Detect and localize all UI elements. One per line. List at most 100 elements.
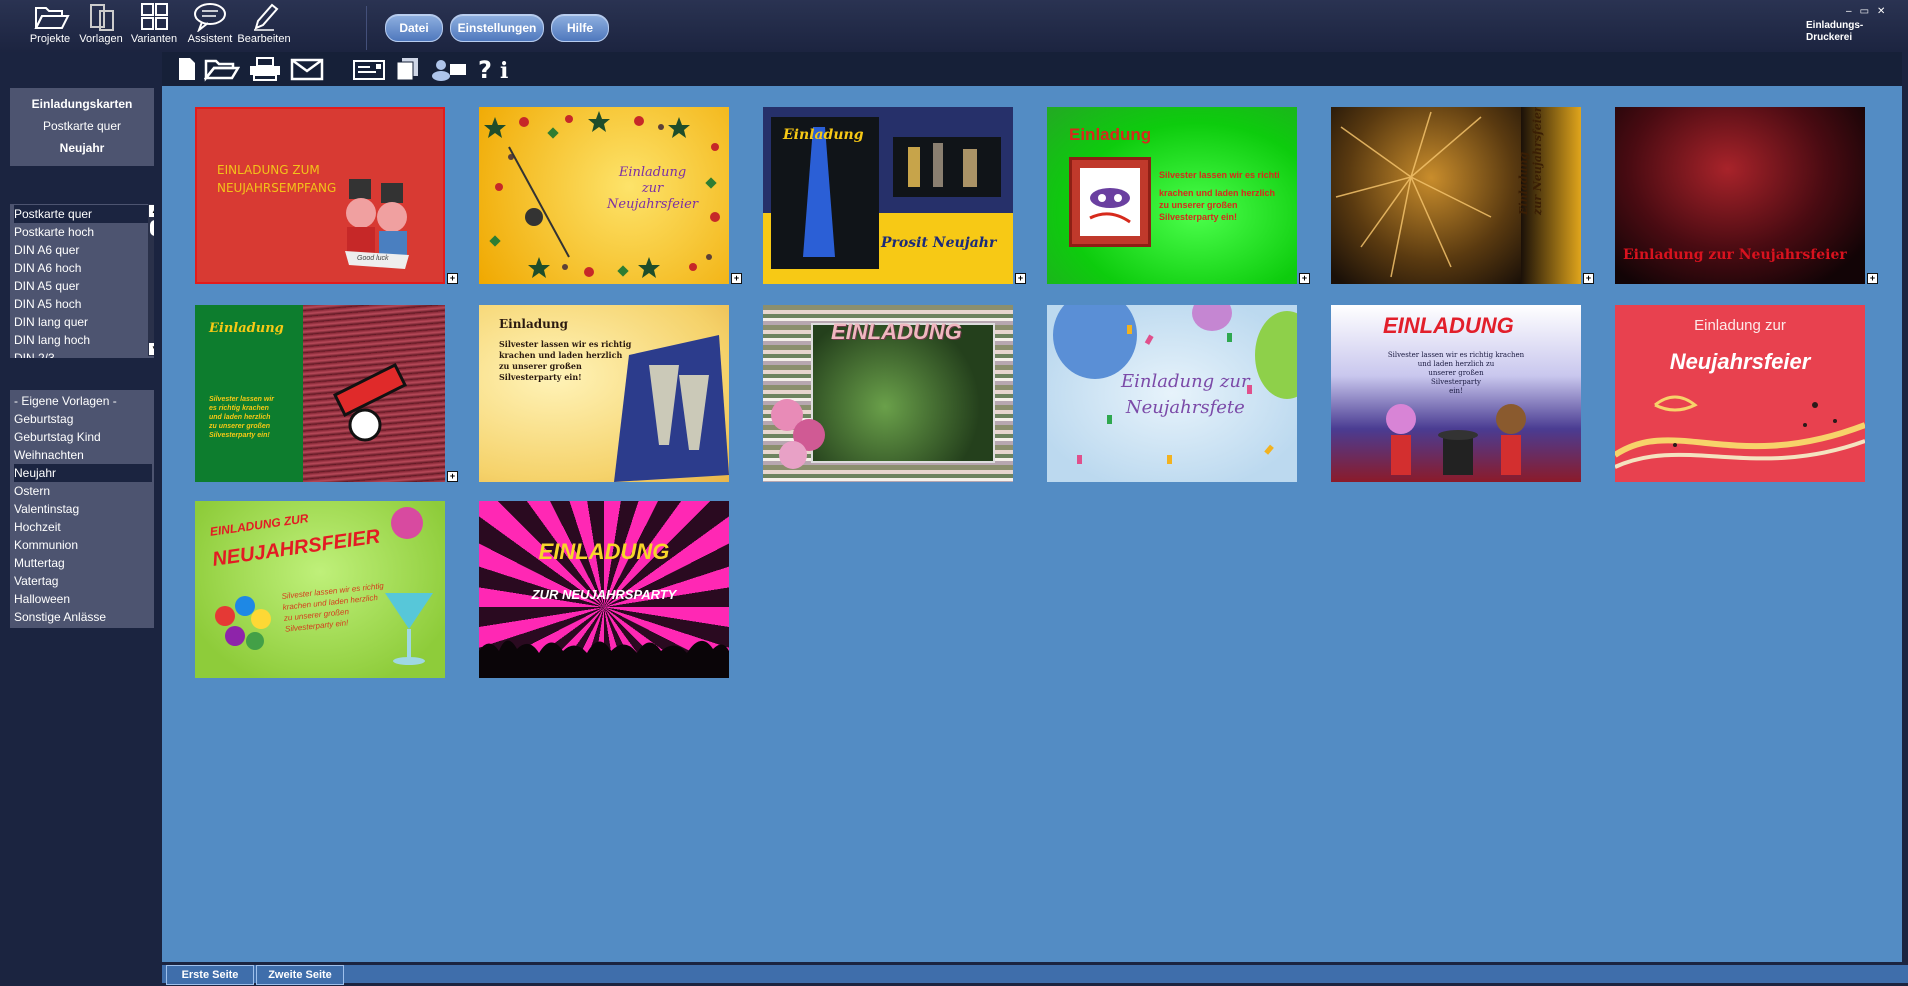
format-item[interactable]: DIN A5 hoch	[14, 295, 152, 313]
top-toolbar: Projekte Vorlagen Varianten Assistent Be…	[0, 0, 1908, 53]
template-card[interactable]: Einladung zur Neujahrsfeier	[1615, 107, 1865, 284]
add-variant-icon[interactable]: +	[447, 273, 458, 284]
card-text: Silvester lassen wir es richti krachen u…	[1159, 169, 1280, 223]
template-card[interactable]: Einladung zur Neujahrsfeier	[1615, 305, 1865, 482]
occasion-item[interactable]: Muttertag	[14, 554, 152, 572]
template-card[interactable]: EINLADUNG Silvester lassen wir es richti…	[1331, 305, 1581, 482]
scroll-up-arrow-icon[interactable]: ▲	[149, 205, 154, 217]
format-scrollbar[interactable]: ▲ ▼	[148, 204, 154, 356]
card-front-icon[interactable]	[352, 56, 386, 82]
template-card[interactable]: Einladung Silvester lassen wir es richti…	[195, 305, 445, 482]
fireworks-image	[1335, 111, 1492, 278]
template-card[interactable]: EINLADUNG ZUR NEUJAHRSPARTY	[479, 501, 729, 678]
occasion-item[interactable]: Geburtstag Kind	[14, 428, 152, 446]
category-occasion[interactable]: Neujahr	[10, 141, 154, 155]
template-card[interactable]: Einladung Prosit Neujahr	[763, 107, 1013, 284]
format-item[interactable]: DIN lang quer	[14, 313, 152, 331]
card-line: zur Neujahrsfeier!	[1531, 107, 1544, 215]
template-card[interactable]: EINLADUNG ZUR NEUJAHRSFEIER Silvester la…	[195, 501, 445, 678]
scroll-down-arrow-icon[interactable]: ▼	[149, 343, 154, 355]
occasion-item[interactable]: Ostern	[14, 482, 152, 500]
occasion-item[interactable]: Weihnachten	[14, 446, 152, 464]
occasion-item[interactable]: Halloween	[14, 590, 152, 608]
template-gallery: EINLADUNG ZUM NEUJAHRSEMPFANG Good luck …	[162, 86, 1902, 962]
template-card[interactable]: EINLADUNG ZUM NEUJAHRSEMPFANG Good luck	[195, 107, 445, 284]
svg-text:?: ?	[478, 56, 492, 82]
selection-summary: Einladungskarten Postkarte quer Neujahr	[10, 88, 154, 166]
printer-icon[interactable]	[248, 56, 282, 82]
occasion-item[interactable]: Geburtstag	[14, 410, 152, 428]
card-title: Einladung zur Neujahrsfeier	[607, 165, 698, 213]
template-card[interactable]: Einladung Silvester lassen wir es richti…	[479, 305, 729, 482]
occasion-item[interactable]: Kommunion	[14, 536, 152, 554]
card-title: EINLADUNG	[831, 319, 962, 344]
help-icon[interactable]: ?	[476, 56, 494, 82]
template-card[interactable]: EINLADUNG	[763, 305, 1013, 482]
add-variant-icon[interactable]: +	[1583, 273, 1594, 284]
projects-button[interactable]: Projekte	[22, 0, 78, 52]
template-card[interactable]: Einladung zur Neujahrsfete	[1047, 305, 1297, 482]
tab-first-page[interactable]: Erste Seite	[166, 965, 254, 985]
format-item[interactable]: Postkarte hoch	[14, 223, 152, 241]
speech-bubble-icon	[194, 3, 226, 32]
brand-line-1: Einladungs-	[1806, 20, 1864, 31]
minimize-icon[interactable]: –	[1846, 6, 1860, 17]
occasion-item[interactable]: Valentinstag	[14, 500, 152, 518]
card-title: Einladung zur Neujahrsfeier	[1623, 247, 1847, 263]
format-list[interactable]: Postkarte quer Postkarte hoch DIN A6 que…	[10, 204, 154, 358]
card-title: Neujahrsfeier	[1669, 349, 1811, 374]
add-variant-icon[interactable]: +	[731, 273, 742, 284]
card-line: zur	[641, 181, 664, 196]
toolbar-divider	[366, 6, 367, 50]
cannon-image	[332, 362, 408, 442]
edit-button[interactable]: Bearbeiten	[236, 0, 292, 52]
occasion-item[interactable]: Vatertag	[14, 572, 152, 590]
scroll-thumb[interactable]	[150, 220, 154, 236]
new-document-icon[interactable]	[176, 56, 198, 82]
contacts-icon[interactable]	[430, 56, 468, 82]
window-controls[interactable]: –▭✕	[1846, 6, 1893, 17]
mail-icon[interactable]	[290, 56, 324, 82]
open-folder-icon[interactable]	[204, 56, 240, 82]
menu-hilfe[interactable]: Hilfe	[551, 14, 609, 42]
card-line: krachen und laden herzlich	[499, 350, 623, 360]
icon-toolbar: ? i	[162, 52, 1908, 86]
card-line: ein!	[1449, 387, 1463, 395]
assistant-button[interactable]: Assistent	[182, 0, 238, 52]
format-item[interactable]: DIN A6 hoch	[14, 259, 152, 277]
template-card[interactable]: Einladung Silvester lassen wir es richti…	[1047, 107, 1297, 284]
format-item[interactable]: DIN A6 quer	[14, 241, 152, 259]
variants-button[interactable]: Varianten	[126, 0, 182, 52]
pencil-icon	[254, 3, 279, 31]
card-pages-icon[interactable]	[394, 56, 422, 82]
template-card[interactable]: Einladung zur Neujahrsfeier	[479, 107, 729, 284]
occasion-item[interactable]: Hochzeit	[14, 518, 152, 536]
add-variant-icon[interactable]: +	[1015, 273, 1026, 284]
card-line: und laden herzlich zu	[1417, 360, 1495, 368]
occasion-item[interactable]: Sonstige Anlässe	[14, 608, 152, 626]
occasion-list[interactable]: - Eigene Vorlagen - Geburtstag Geburtsta…	[10, 390, 154, 628]
card-line: zu unserer großen	[499, 361, 582, 371]
format-item[interactable]: DIN lang hoch	[14, 331, 152, 349]
brand-line-2: Druckerei	[1806, 32, 1853, 43]
add-variant-icon[interactable]: +	[1867, 273, 1878, 284]
category-title[interactable]: Einladungskarten	[10, 97, 154, 111]
occasion-item[interactable]: - Eigene Vorlagen -	[14, 392, 152, 410]
maximize-icon[interactable]: ▭	[1860, 6, 1877, 17]
template-card[interactable]: Einladung zur Neujahrsfeier!	[1331, 107, 1581, 284]
add-variant-icon[interactable]: +	[1299, 273, 1310, 284]
card-line: zu unserer großen	[1159, 200, 1238, 210]
menu-datei[interactable]: Datei	[385, 14, 443, 42]
category-format[interactable]: Postkarte quer	[10, 119, 154, 133]
close-icon[interactable]: ✕	[1877, 6, 1893, 17]
info-icon[interactable]: i	[498, 56, 512, 82]
tab-second-page[interactable]: Zweite Seite	[256, 965, 344, 985]
format-item[interactable]: Postkarte quer	[14, 205, 152, 223]
format-item[interactable]: DIN A5 quer	[14, 277, 152, 295]
card-line: Silvester lassen wir es richti	[1159, 170, 1280, 180]
templates-button[interactable]: Vorlagen	[73, 0, 129, 52]
format-item[interactable]: DIN 2/3	[14, 349, 152, 358]
occasion-item-selected[interactable]: Neujahr	[14, 464, 152, 482]
add-variant-icon[interactable]: +	[447, 471, 458, 482]
menu-einstellungen[interactable]: Einstellungen	[450, 14, 544, 42]
